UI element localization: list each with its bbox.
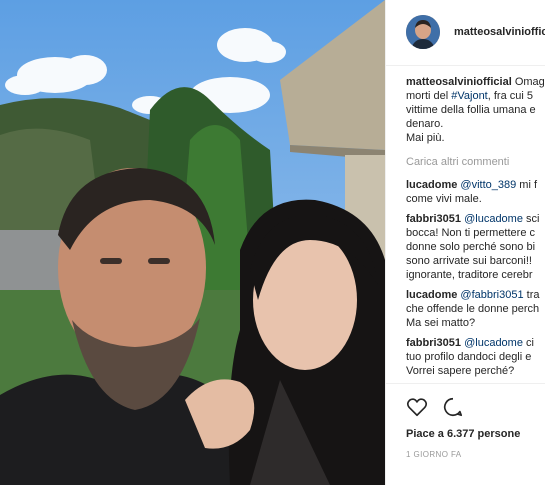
action-icons	[406, 396, 474, 423]
post-username[interactable]: matteosalviniofficial	[454, 26, 545, 38]
comment-text: sci	[522, 213, 540, 225]
comment-item: lucadome @fabbri3051 tra che offende le …	[406, 288, 545, 330]
comment-mention[interactable]: @lucadome	[464, 337, 523, 349]
post-timestamp: 1 GIORNO FA	[406, 450, 462, 459]
comment-item: fabbri3051 @lucadome ci tuo profilo dand…	[406, 336, 545, 378]
comment-text: tra	[523, 289, 540, 301]
caption-username[interactable]: matteosalviniofficial	[406, 76, 512, 88]
comment-username[interactable]: fabbri3051	[406, 337, 461, 349]
comment-line: che offende le donne perch	[406, 303, 540, 315]
comment-item: fabbri3051 @lucadome sci bocca! Non ti p…	[406, 212, 545, 282]
caption-line3: vittime della follia umana e	[406, 104, 536, 116]
caption-line4: denaro.	[406, 118, 444, 130]
comment-mention[interactable]: @vitto_389	[460, 179, 516, 191]
caption-line2-pre: morti del	[406, 90, 452, 102]
comment-username[interactable]: lucadome	[406, 179, 457, 191]
comment-line: donne solo perché sono bi	[406, 241, 536, 253]
caption: matteosalviniofficial Omag morti del #Va…	[406, 75, 545, 145]
comment-username[interactable]: fabbri3051	[406, 213, 461, 225]
comment-line: tuo profilo dandoci degli e	[406, 351, 532, 363]
comment-line: ignorante, traditore cerebr	[406, 269, 533, 281]
comment-mention[interactable]: @fabbri3051	[460, 289, 523, 301]
vajont-hashtag[interactable]: #Vajont	[451, 90, 488, 102]
comment-line: bocca! Non ti permettere c	[406, 227, 536, 239]
caption-line2-post: , fra cui 5	[487, 90, 533, 102]
likes-count[interactable]: Piace a 6.377 persone	[406, 428, 520, 440]
comment-line: sono arrivate sui barconi!!	[406, 255, 532, 267]
caption-line1: Omag	[514, 76, 545, 88]
post-photo[interactable]	[0, 0, 385, 485]
comments-list: matteosalviniofficial Omag morti del #Va…	[406, 75, 545, 380]
selfie-image	[0, 0, 385, 485]
comment-line: Ma sei matto?	[406, 317, 476, 329]
post-actions: Piace a 6.377 persone 1 GIORNO FA	[386, 383, 545, 484]
instagram-post: matteosalviniofficial matteosalvinioffic…	[0, 0, 545, 485]
load-more-comments-link[interactable]: Carica altri commenti	[406, 155, 545, 169]
caption-line5: Mai più.	[406, 132, 445, 144]
post-header: matteosalviniofficial	[386, 0, 545, 66]
comment-icon[interactable]	[442, 396, 464, 418]
comment-text: mi f	[516, 179, 538, 191]
post-sidebar: matteosalviniofficial matteosalvinioffic…	[385, 0, 545, 485]
comment-username[interactable]: lucadome	[406, 289, 457, 301]
comment-mention[interactable]: @lucadome	[464, 213, 523, 225]
comment-line: come vivi male.	[406, 193, 482, 205]
comment-item: lucadome @vitto_389 mi f come vivi male.	[406, 178, 545, 206]
comment-text: ci	[522, 337, 534, 349]
avatar[interactable]	[406, 15, 440, 49]
comment-line: Vorrei sapere perché?	[406, 365, 515, 377]
heart-icon[interactable]	[406, 396, 428, 418]
